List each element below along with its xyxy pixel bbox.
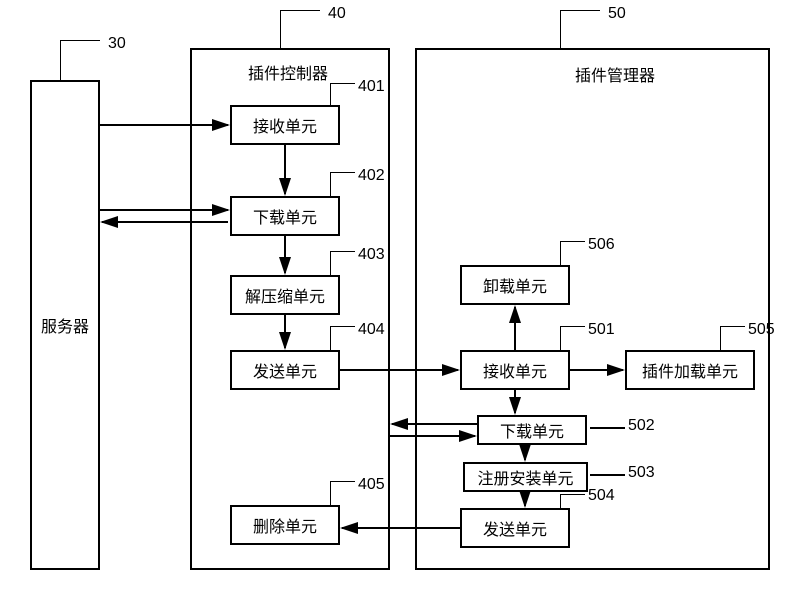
mgr-dl-flag <box>590 420 630 438</box>
ctrl-del-label: 删除单元 <box>253 513 317 537</box>
ctrl-send-label: 发送单元 <box>253 358 317 382</box>
mgr-dl-unit: 下载单元 <box>477 415 587 445</box>
mgr-unload-num: 506 <box>588 236 615 254</box>
mgr-send-label: 发送单元 <box>483 516 547 540</box>
ctrl-unzip-unit: 解压缩单元 <box>230 275 340 315</box>
controller-title: 插件控制器 <box>248 60 328 84</box>
mgr-send-num: 504 <box>588 487 615 505</box>
mgr-recv-label: 接收单元 <box>483 358 547 382</box>
ctrl-dl-label: 下载单元 <box>253 204 317 228</box>
manager-title: 插件管理器 <box>575 62 655 86</box>
server-label: 服务器 <box>32 313 98 337</box>
mgr-reg-label: 注册安装单元 <box>477 465 573 489</box>
ctrl-unzip-label: 解压缩单元 <box>245 283 325 307</box>
ctrl-recv-label: 接收单元 <box>253 113 317 137</box>
ctrl-dl-num: 402 <box>358 167 385 185</box>
mgr-dl-label: 下载单元 <box>500 418 564 442</box>
mgr-send-unit: 发送单元 <box>460 508 570 548</box>
mgr-dl-num: 502 <box>628 417 655 435</box>
ctrl-recv-num: 401 <box>358 78 385 96</box>
ctrl-del-unit: 删除单元 <box>230 505 340 545</box>
ctrl-send-unit: 发送单元 <box>230 350 340 390</box>
ctrl-dl-unit: 下载单元 <box>230 196 340 236</box>
mgr-reg-num: 503 <box>628 464 655 482</box>
ctrl-send-num: 404 <box>358 321 385 339</box>
ctrl-del-num: 405 <box>358 476 385 494</box>
server-num: 30 <box>108 35 126 53</box>
mgr-recv-unit: 接收单元 <box>460 350 570 390</box>
diagram-root: 服务器 30 插件控制器 40 接收单元 401 下载单元 402 解压缩单元 … <box>0 0 800 607</box>
mgr-unload-unit: 卸载单元 <box>460 265 570 305</box>
manager-num: 50 <box>608 5 626 23</box>
mgr-reg-flag <box>590 467 630 485</box>
ctrl-unzip-num: 403 <box>358 246 385 264</box>
mgr-load-label: 插件加载单元 <box>642 358 738 382</box>
server-box: 服务器 <box>30 80 100 570</box>
mgr-load-num: 505 <box>748 321 775 339</box>
mgr-load-unit: 插件加载单元 <box>625 350 755 390</box>
mgr-unload-label: 卸载单元 <box>483 273 547 297</box>
ctrl-recv-unit: 接收单元 <box>230 105 340 145</box>
mgr-recv-num: 501 <box>588 321 615 339</box>
controller-num: 40 <box>328 5 346 23</box>
mgr-reg-unit: 注册安装单元 <box>463 462 588 492</box>
